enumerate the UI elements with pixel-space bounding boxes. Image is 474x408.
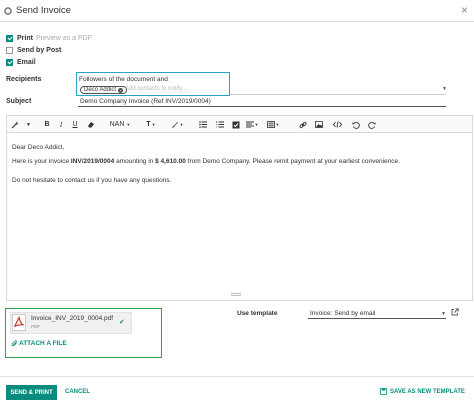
body-greeting: Dear Deco Addict, (12, 144, 65, 151)
email-label: Email (17, 59, 36, 66)
paragraph-dropdown[interactable]: ▼ (245, 119, 259, 130)
save-icon (380, 388, 387, 395)
template-label: Use template (237, 310, 278, 317)
invoice-number: INV/2019/0004 (70, 158, 115, 165)
magic-wand-icon[interactable] (10, 119, 19, 130)
send-by-post-option[interactable]: Send by Post (6, 46, 61, 55)
brush-icon (171, 121, 178, 128)
chevron-down-icon[interactable]: ▼ (25, 119, 32, 130)
align-icon (245, 121, 254, 128)
code-view-icon[interactable] (332, 119, 343, 130)
footer-divider (0, 376, 474, 377)
underline-button[interactable]: U (71, 119, 79, 130)
save-as-template-button[interactable]: SAVE AS NEW TEMPLATE (380, 388, 465, 395)
odoo-logo-icon (4, 7, 12, 15)
close-icon[interactable]: × (461, 3, 468, 17)
italic-button[interactable]: I (57, 119, 65, 130)
print-checkbox[interactable] (6, 35, 13, 42)
attach-file-label: ATTACH A FILE (19, 340, 67, 347)
body-text-segment: amounting in (114, 158, 156, 165)
dialog-header: Send Invoice × (0, 0, 474, 22)
chevron-down-icon: ▼ (275, 122, 280, 127)
image-icon[interactable] (314, 119, 323, 130)
redo-icon[interactable] (367, 119, 376, 130)
table-dropdown[interactable]: ▼ (266, 119, 280, 130)
recipient-tag[interactable]: Deco Addict × (80, 86, 128, 94)
followers-text: Followers of the document and (79, 76, 168, 83)
send-by-post-label: Send by Post (17, 47, 62, 54)
bold-button[interactable]: B (43, 119, 51, 130)
undo-icon[interactable] (351, 119, 360, 130)
template-select[interactable]: Invoice: Send by email (308, 309, 446, 319)
recipient-tag-label: Deco Addict (84, 87, 117, 93)
chevron-down-icon: ▼ (126, 122, 131, 127)
chevron-down-icon[interactable]: ▼ (441, 311, 446, 317)
link-icon[interactable] (298, 119, 307, 130)
text-style-icon: T (146, 121, 151, 128)
email-option[interactable]: Email (6, 58, 36, 67)
checklist-icon[interactable] (231, 119, 240, 130)
recipients-label: Recipients (6, 76, 42, 83)
chevron-down-icon: ▼ (254, 122, 259, 127)
body-line-2: Do not hesitate to contact us if you hav… (12, 177, 172, 184)
paperclip-icon (11, 340, 17, 347)
chevron-down-icon[interactable]: ▼ (442, 86, 447, 92)
attach-file-button[interactable]: ATTACH A FILE (11, 340, 67, 347)
pdf-icon (12, 314, 26, 331)
message-editor[interactable]: ▼ B I U NAN ▼ T ▼ ▼ ▼ ▼ Dear Deco Addict… (6, 115, 473, 301)
editor-toolbar: ▼ B I U NAN ▼ T ▼ ▼ ▼ ▼ (7, 116, 472, 133)
body-text-segment: Here is your invoice (12, 158, 71, 165)
invoice-amount: $ 4,610.00 (155, 158, 186, 165)
remove-tag-icon[interactable]: × (118, 87, 124, 93)
font-size-dropdown[interactable]: NAN ▼ (109, 119, 131, 130)
print-option[interactable]: Print Preview as a PDF (6, 34, 92, 43)
resize-handle[interactable] (231, 293, 241, 297)
cancel-button[interactable]: CANCEL (65, 389, 90, 395)
subject-input[interactable]: Demo Company Invoice (Ref INV/2019/0004) (78, 97, 446, 107)
body-line-1: Here is your invoice INV/2019/0004 amoun… (12, 158, 400, 165)
body-text-segment: from Demo Company. Please remit payment … (185, 158, 400, 165)
table-icon (266, 121, 275, 128)
attachment-type: PDF (31, 324, 40, 329)
font-size-value: NAN (109, 121, 125, 128)
send-by-post-checkbox[interactable] (6, 47, 13, 54)
chevron-down-icon: ▼ (179, 122, 184, 127)
text-style-dropdown[interactable]: T ▼ (144, 119, 158, 130)
save-as-template-label: SAVE AS NEW TEMPLATE (390, 388, 465, 395)
chevron-down-icon: ▼ (151, 122, 156, 127)
recipients-underline (230, 94, 446, 95)
email-checkbox[interactable] (6, 59, 13, 66)
subject-label: Subject (6, 98, 32, 105)
external-link-icon[interactable] (451, 308, 459, 316)
print-label: Print (17, 35, 33, 42)
check-icon: ✔ (119, 319, 125, 326)
eraser-icon[interactable] (86, 119, 95, 130)
numbered-list-icon[interactable] (215, 119, 224, 130)
bullet-list-icon[interactable] (198, 119, 207, 130)
color-dropdown[interactable]: ▼ (170, 119, 184, 130)
recipients-input[interactable]: Add contacts to notify... (125, 86, 187, 92)
send-print-button[interactable]: SEND & PRINT (6, 385, 57, 400)
dialog-title: Send Invoice (16, 5, 71, 16)
attachment-filename: Invoice_INV_2019_0004.pdf (31, 315, 114, 322)
print-hint: Preview as a PDF (35, 35, 92, 42)
